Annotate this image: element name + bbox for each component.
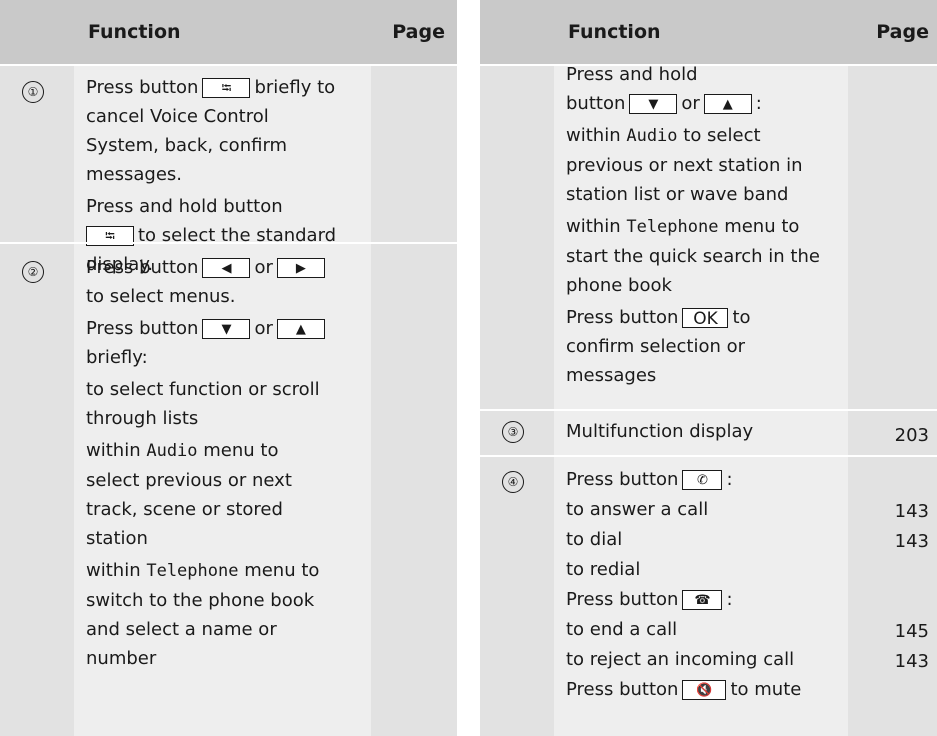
- right-arrow-button-icon: ▶: [276, 258, 325, 278]
- phone-hangup-icon: ☎: [682, 590, 723, 610]
- page-number: 143: [894, 531, 929, 552]
- table-row: ③ Multifunction display 203: [480, 409, 937, 457]
- table-row: Press and hold button ▼ or ▲: within Audio …: [480, 64, 937, 409]
- page-column-header: Page: [392, 21, 445, 43]
- down-arrow-button-icon: ▼: [202, 319, 251, 339]
- function-column-header: Function: [88, 21, 181, 43]
- page-column-header: Page: [876, 21, 929, 43]
- up-arrow-button-icon: ▲: [276, 319, 325, 339]
- back-button-icon: ⭾: [202, 78, 251, 98]
- function-cell: Press button ◀ or ▶ to select menus. Press …: [86, 253, 329, 673]
- table-row: ① Press button ⭾ briefly to cancel Voice C…: [0, 64, 457, 275]
- callout-marker: ①: [22, 81, 44, 103]
- up-arrow-button-icon: ▲: [703, 94, 752, 114]
- table-header: Function Page: [0, 0, 457, 66]
- page-number: 203: [894, 425, 929, 446]
- page-number: 143: [894, 651, 929, 672]
- table-row: ④ Press button ✆: to answer a call to dia…: [480, 455, 937, 736]
- callout-marker: ④: [502, 471, 524, 493]
- left-table: Function Page ① Press button ⭾ briefly to …: [0, 0, 457, 736]
- phone-answer-icon: ✆: [682, 470, 723, 490]
- left-arrow-button-icon: ◀: [202, 258, 251, 278]
- function-cell: Press button ✆: to answer a call to dial …: [566, 469, 802, 700]
- callout-marker: ③: [502, 421, 524, 443]
- ok-button-icon: OK: [682, 308, 729, 329]
- mute-button-icon: 🔇: [682, 680, 727, 700]
- function-cell: Press and hold button ▼ or ▲: within Audio …: [566, 64, 820, 386]
- page-number: 143: [894, 501, 929, 522]
- function-cell: Multifunction display: [566, 421, 754, 442]
- callout-marker: ②: [22, 261, 44, 283]
- function-column-header: Function: [568, 21, 661, 43]
- down-arrow-button-icon: ▼: [629, 94, 678, 114]
- table-row: ② Press button ◀ or ▶ to select menus. Pres…: [0, 242, 457, 736]
- table-header: Function Page: [480, 0, 937, 66]
- right-table: Function Page Press and hold button ▼ or ▲:…: [480, 0, 937, 736]
- page-number: 145: [894, 621, 929, 642]
